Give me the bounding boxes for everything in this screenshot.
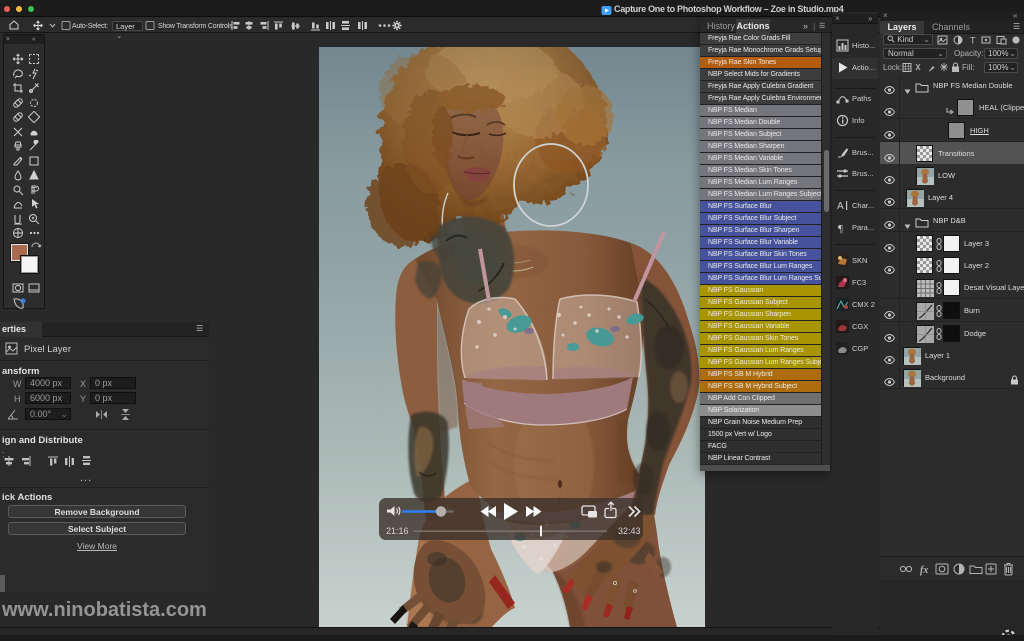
svg-text:32:43: 32:43: [618, 526, 641, 536]
svg-text:fx: fx: [920, 565, 928, 576]
svg-text:T: T: [970, 36, 976, 46]
svg-text:T: T: [31, 186, 37, 196]
svg-text:¶: ¶: [838, 223, 843, 234]
svg-text:A: A: [837, 201, 844, 212]
svg-text:21:16: 21:16: [386, 526, 409, 536]
